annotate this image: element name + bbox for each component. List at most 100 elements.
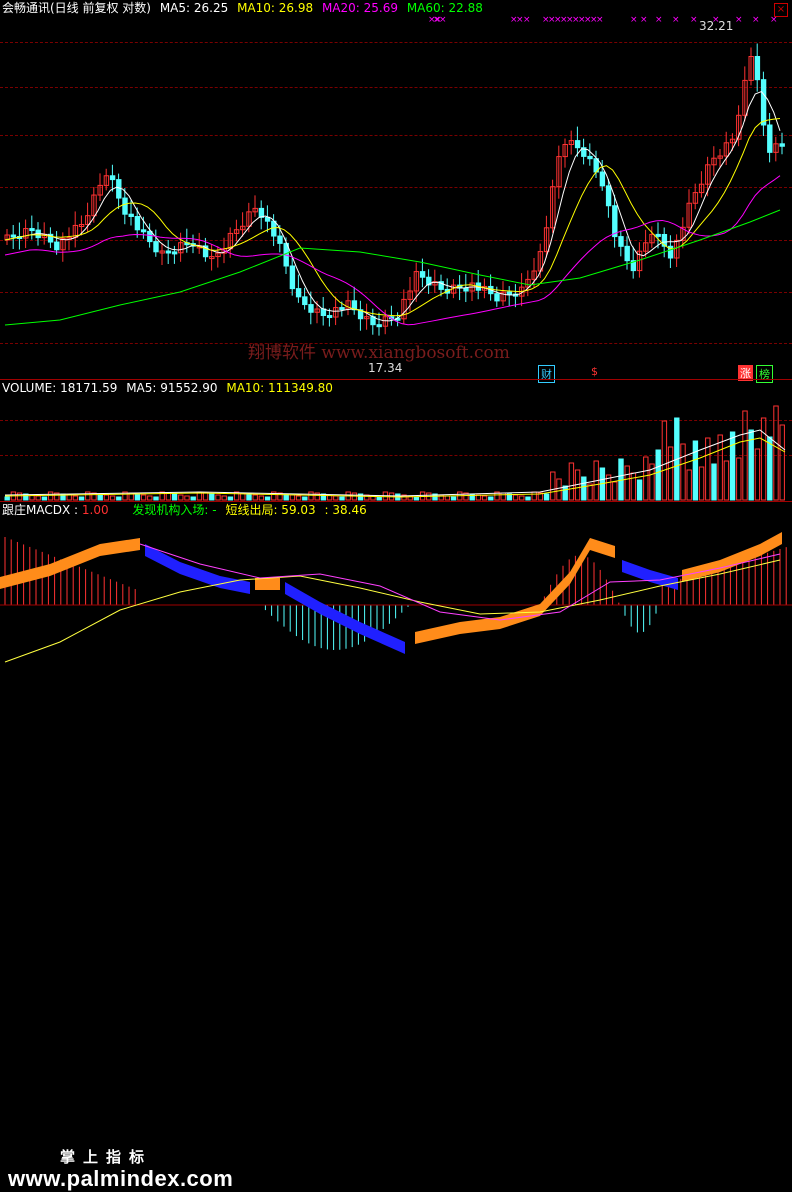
candle-body	[767, 124, 773, 153]
volume-legend: VOLUME: 18171.59 MA5: 91552.90 MA10: 111…	[2, 380, 338, 396]
candle-body	[587, 155, 593, 160]
volume-bar	[469, 493, 475, 501]
macd-ribbon-orange	[0, 538, 140, 589]
volume-bar	[41, 496, 48, 501]
volume-bar	[711, 463, 717, 501]
volume-bar	[140, 494, 147, 501]
volume-bar	[258, 495, 265, 501]
volume-bar	[568, 462, 575, 501]
volume-bar	[295, 495, 302, 501]
candle-body	[326, 315, 333, 319]
candle-body	[122, 197, 128, 215]
volume-bar	[760, 417, 767, 501]
volume-bar	[562, 485, 568, 501]
macd-ribbon-blue	[622, 560, 678, 590]
volume-bar	[630, 472, 637, 501]
candle-body	[320, 308, 327, 317]
volume-bar	[736, 457, 742, 501]
volume-bar	[450, 496, 457, 501]
volume-bar	[729, 431, 736, 501]
footer-site: www.palmindex.com	[8, 1166, 234, 1191]
volume-bar	[35, 495, 41, 501]
macd-ribbon-blue	[145, 544, 250, 594]
volume-bar	[686, 469, 692, 501]
macd-name: 跟庄MACDX :	[2, 503, 82, 517]
signal-x-mark: ×	[735, 15, 743, 25]
macd-extra-value: : 38.46	[324, 503, 367, 517]
volume-bar	[500, 492, 506, 501]
signal-x-mark: ×	[672, 15, 680, 25]
price-panel: × × × × × × × × × × × × × × × × × × × × × × × × × × 会畅通讯(日线 前复权 对…	[0, 0, 792, 383]
volume-bar	[103, 494, 110, 501]
volume-bar	[85, 491, 91, 501]
volume-bar	[333, 495, 339, 501]
candle-body	[779, 143, 785, 147]
high-price-label: 32.21	[699, 19, 734, 33]
volume-panel: VOLUME: 18171.59 MA5: 91552.90 MA10: 111…	[0, 380, 792, 502]
macd-chart	[0, 532, 792, 663]
candle-body	[599, 171, 606, 187]
volume-bar	[308, 491, 314, 501]
volume-bar	[624, 465, 630, 501]
candle-body	[140, 229, 147, 233]
close-icon[interactable]: ×	[774, 3, 788, 17]
volume-bar	[481, 495, 488, 501]
candle-body	[258, 207, 265, 218]
volume-bar	[147, 495, 153, 501]
volume-bar	[202, 492, 209, 501]
candle-body	[289, 265, 296, 290]
candle-body	[271, 220, 277, 237]
candle-body	[574, 140, 581, 149]
candle-body	[463, 287, 469, 292]
volume-bar	[116, 496, 122, 501]
macd-legend: 跟庄MACDX : 1.00 发现机构入场: - 短线出局: 59.03 : 3…	[2, 502, 372, 518]
candle-body	[376, 324, 382, 328]
volume-bar	[171, 493, 178, 501]
volume-bar	[488, 496, 494, 501]
volume-bar	[184, 495, 190, 501]
volume-bar	[227, 496, 234, 501]
volume-bar	[636, 479, 643, 501]
volume-bar	[525, 496, 531, 501]
volume-bar	[221, 495, 227, 501]
volume-bar	[667, 446, 674, 501]
macd-ribbon-orange	[255, 578, 280, 590]
volume-bar	[550, 471, 556, 501]
volume-bar	[742, 410, 748, 501]
signal-x-mark: ×	[690, 15, 698, 25]
volume-ma5-label: MA5: 91552.90	[126, 381, 218, 395]
volume-bar	[78, 496, 85, 501]
macd-panel: 跟庄MACDX : 1.00 发现机构入场: - 短线出局: 59.03 : 3…	[0, 502, 792, 1191]
signal-x-mark: ×	[752, 15, 760, 25]
footer-chinese: 掌上指标	[60, 1148, 153, 1166]
exit-signal-label: 短线出局: 59.03	[225, 503, 316, 517]
signal-x-mark: ×	[640, 15, 648, 25]
candle-body	[760, 79, 767, 126]
volume-bar	[264, 496, 271, 501]
volume-bar	[655, 449, 661, 501]
dollar-mark: $	[591, 365, 598, 378]
volume-bar	[215, 494, 221, 501]
volume-bar	[717, 434, 723, 501]
volume-label: VOLUME: 18171.59	[2, 381, 118, 395]
candle-body	[171, 251, 178, 255]
ma10-label: MA10: 26.98	[237, 1, 314, 15]
volume-bar	[66, 494, 72, 501]
price-chart: ×××× ×× × ×××××××××× × × × × × × × × ×	[4, 15, 785, 336]
volume-bar	[376, 496, 382, 501]
low-price-label: 17.34	[368, 361, 403, 375]
ma5-label: MA5: 26.25	[159, 1, 229, 15]
candle-body	[153, 241, 159, 253]
volume-bar	[4, 496, 10, 501]
volume-bar	[643, 456, 649, 501]
volume-bar	[47, 491, 54, 501]
candle-body	[29, 228, 35, 232]
signal-x-mark: ×	[655, 15, 663, 25]
volume-bar	[302, 496, 308, 501]
candle-body	[134, 216, 141, 231]
candle-body	[10, 234, 17, 238]
ma10-line	[4, 118, 781, 317]
volume-ma10-label: MA10: 111349.80	[226, 381, 333, 395]
candle-body	[655, 233, 661, 237]
signal-x-mark: ×	[439, 15, 447, 25]
